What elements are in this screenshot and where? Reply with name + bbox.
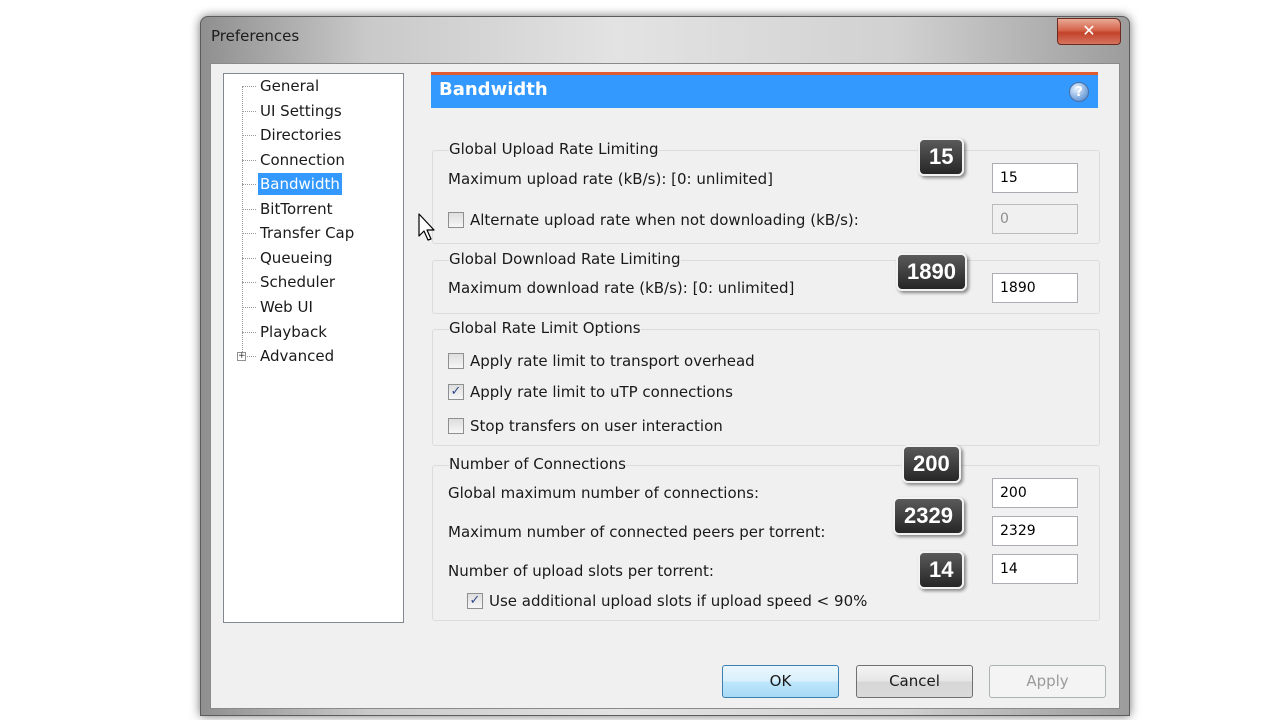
tree-item-bandwidth[interactable]: Bandwidth [258, 173, 342, 195]
preferences-window: Preferences ✕ General UI Settings Direct… [200, 16, 1130, 716]
group-title: Global Upload Rate Limiting [449, 140, 659, 158]
group-title: Number of Connections [449, 455, 626, 473]
tree-connector [242, 86, 256, 87]
upload-slots-label: Number of upload slots per torrent: [448, 562, 714, 580]
apply-button[interactable]: Apply [989, 665, 1106, 698]
ok-button[interactable]: OK [722, 665, 839, 698]
tree-connector [242, 332, 256, 333]
tree-item-queueing[interactable]: Queueing [258, 247, 334, 269]
panel-header: Bandwidth ? [431, 72, 1098, 108]
upload-slots-input[interactable]: 14 [992, 554, 1078, 584]
help-icon[interactable]: ? [1069, 82, 1089, 102]
utp-connections-checkbox[interactable]: ✓ [448, 384, 464, 400]
max-upload-input[interactable]: 15 [992, 163, 1078, 193]
peers-per-torrent-label: Maximum number of connected peers per to… [448, 523, 826, 541]
tree-connector [242, 160, 256, 161]
tree-connector [242, 233, 256, 234]
tree-item-ui-settings[interactable]: UI Settings [258, 100, 344, 122]
global-connections-label: Global maximum number of connections: [448, 484, 760, 502]
close-button[interactable]: ✕ [1057, 18, 1121, 45]
tree-item-directories[interactable]: Directories [258, 124, 343, 146]
additional-slots-label: Use additional upload slots if upload sp… [489, 592, 868, 610]
cancel-button[interactable]: Cancel [856, 665, 973, 698]
tree-connector [242, 209, 256, 210]
expand-icon[interactable]: + [237, 352, 246, 361]
stop-transfers-label: Stop transfers on user interaction [470, 417, 723, 435]
tree-item-general[interactable]: General [258, 75, 321, 97]
peers-per-torrent-input[interactable]: 2329 [992, 516, 1078, 546]
tree-item-bittorrent[interactable]: BitTorrent [258, 198, 335, 220]
callout-upload-value: 15 [918, 138, 965, 176]
tree-connector-vertical [242, 86, 243, 360]
transport-overhead-label: Apply rate limit to transport overhead [470, 352, 755, 370]
callout-peers-per-torrent: 2329 [893, 497, 964, 535]
panel-title: Bandwidth [439, 79, 548, 100]
max-download-label: Maximum download rate (kB/s): [0: unlimi… [448, 279, 795, 297]
window-title: Preferences [211, 27, 300, 45]
callout-download-value: 1890 [896, 253, 967, 291]
mouse-cursor-icon [418, 213, 435, 241]
utp-connections-label: Apply rate limit to uTP connections [470, 383, 733, 401]
callout-upload-slots: 14 [918, 551, 965, 589]
callout-global-connections: 200 [902, 445, 961, 483]
additional-slots-checkbox[interactable]: ✓ [467, 593, 483, 609]
tree-item-playback[interactable]: Playback [258, 321, 329, 343]
dialog-client-area: General UI Settings Directories Connecti… [210, 63, 1120, 709]
global-connections-input[interactable]: 200 [992, 478, 1078, 508]
tree-item-scheduler[interactable]: Scheduler [258, 271, 337, 293]
transport-overhead-checkbox[interactable] [448, 353, 464, 369]
tree-item-advanced[interactable]: Advanced [258, 345, 336, 367]
group-title: Global Rate Limit Options [449, 319, 641, 337]
alt-upload-input[interactable]: 0 [992, 204, 1078, 234]
alt-upload-checkbox[interactable] [448, 212, 464, 228]
checkmark-icon: ✓ [469, 593, 481, 608]
tree-connector [242, 282, 256, 283]
stop-transfers-checkbox[interactable] [448, 418, 464, 434]
tree-connector [242, 258, 256, 259]
tree-item-connection[interactable]: Connection [258, 149, 347, 171]
category-tree[interactable]: General UI Settings Directories Connecti… [223, 73, 404, 623]
tree-item-transfer-cap[interactable]: Transfer Cap [258, 222, 356, 244]
tree-connector [242, 135, 256, 136]
close-icon: ✕ [1082, 21, 1096, 40]
group-title: Global Download Rate Limiting [449, 250, 681, 268]
tree-connector [242, 307, 256, 308]
alt-upload-label: Alternate upload rate when not downloadi… [470, 211, 859, 229]
tree-connector [242, 184, 256, 185]
checkmark-icon: ✓ [450, 384, 462, 399]
max-download-input[interactable]: 1890 [992, 273, 1078, 303]
tree-connector [242, 111, 256, 112]
tree-item-web-ui[interactable]: Web UI [258, 296, 315, 318]
max-upload-label: Maximum upload rate (kB/s): [0: unlimite… [448, 170, 773, 188]
